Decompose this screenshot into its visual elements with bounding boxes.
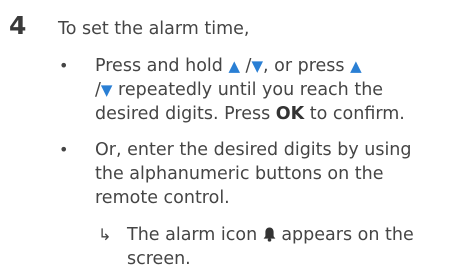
text-segment: Press and hold [95,56,229,76]
down-arrow-icon: ▼ [100,81,113,99]
text-segment: The alarm icon [127,225,263,245]
result-arrow-icon: ↳ [98,225,112,244]
result-line-1: The alarm icon appears on the [127,223,414,247]
text-segment: to confirm. [304,104,405,124]
bullet-1-text: Press and hold ▲ /▼, or press ▲ /▼ repea… [95,54,445,126]
bullet-1-line-1: Press and hold ▲ /▼, or press ▲ [95,54,445,78]
bullet-2-line-3: remote control. [95,188,230,208]
step-number: 4 [9,11,27,40]
result-line-2: screen. [127,249,191,269]
bullet-2-line-2: the alphanumeric buttons on the [95,164,384,184]
result-text: The alarm icon appears on the screen. [127,223,414,271]
text-segment: repeatedly until you reach the [112,80,384,100]
bullet-dot-2: • [59,140,69,159]
text-segment: appears on the [275,225,414,245]
bullet-dot-1: • [59,56,69,75]
text-segment: desired digits. Press [95,104,276,124]
bullet-2-line-1: Or, enter the desired digits by using [95,140,412,160]
up-arrow-icon: ▲ [350,57,362,75]
text-segment: / [239,56,252,76]
bullet-2-text: Or, enter the desired digits by using th… [95,138,445,210]
down-arrow-icon: ▼ [251,57,263,75]
ok-button-label: OK [275,104,305,124]
alarm-bell-icon [263,227,276,242]
bullet-1-line-2: /▼ repeatedly until you reach the [95,78,445,102]
up-arrow-icon: ▲ [228,57,240,75]
text-segment: , or press [263,56,351,76]
step-intro: To set the alarm time, [58,19,250,39]
bullet-1-line-3: desired digits. Press OK to confirm. [95,102,445,126]
